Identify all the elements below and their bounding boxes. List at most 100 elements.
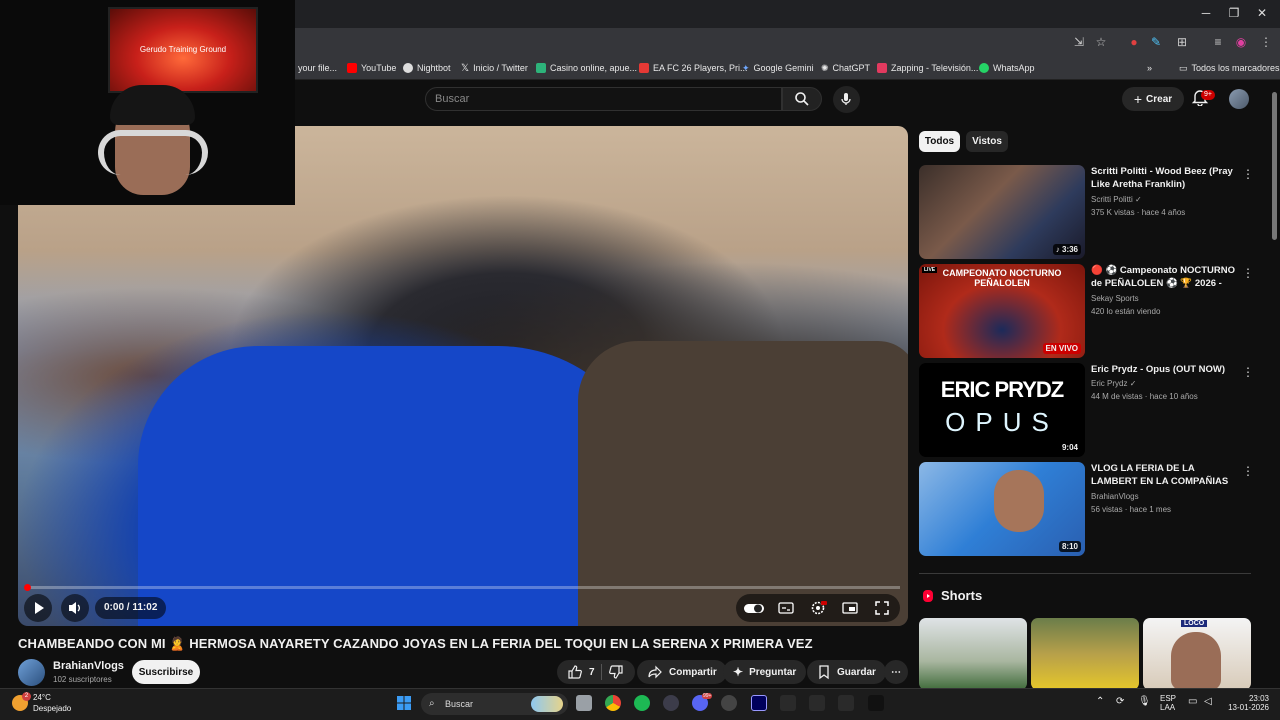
- create-button[interactable]: + Crear: [1122, 87, 1184, 111]
- ask-button[interactable]: ✦ Preguntar: [723, 660, 807, 684]
- dislike-icon[interactable]: [608, 664, 624, 680]
- recommendation-thumbnail[interactable]: ♪ 3:36: [919, 165, 1085, 259]
- bookmark-star-icon[interactable]: ☆: [1093, 34, 1109, 50]
- sync-icon[interactable]: ⟳: [1116, 696, 1124, 707]
- folder-icon: ▭: [1179, 62, 1188, 73]
- short-thumbnail[interactable]: LOCO: [1143, 618, 1251, 690]
- network-icon[interactable]: ▭: [1188, 696, 1197, 707]
- obs-icon[interactable]: [721, 695, 737, 711]
- app-icon[interactable]: [780, 695, 796, 711]
- progress-scrubber[interactable]: [24, 584, 31, 591]
- task-view-icon[interactable]: [576, 695, 592, 711]
- taskbar-search[interactable]: ⌕ Buscar: [421, 693, 568, 715]
- subscribe-button[interactable]: Suscribirse: [132, 660, 200, 684]
- volume-tray-icon[interactable]: ◁: [1204, 696, 1212, 707]
- bookmark-label: WhatsApp: [993, 63, 1035, 73]
- more-bookmarks-icon[interactable]: »: [1147, 60, 1152, 76]
- webcam-screen-text: Gerudo Training Ground: [139, 45, 227, 54]
- bookmark-label: ChatGPT: [832, 63, 871, 73]
- bookmark-eafc[interactable]: EA FC 26 Players, Pri...: [639, 60, 748, 76]
- scrollbar-thumb[interactable]: [1272, 92, 1277, 240]
- chrome-taskbar-icon[interactable]: [605, 695, 621, 711]
- chevron-up-icon[interactable]: ⌃: [1096, 696, 1104, 707]
- recommendation-thumbnail[interactable]: 8:10: [919, 462, 1085, 556]
- recommendation-channel[interactable]: Eric Prydz ✓: [1091, 379, 1136, 388]
- channel-avatar[interactable]: [18, 659, 45, 686]
- search-button[interactable]: [782, 87, 822, 111]
- recommendation-channel[interactable]: Sekay Sports: [1091, 294, 1139, 303]
- recommendation-channel[interactable]: BrahianVlogs: [1091, 492, 1139, 501]
- media-controls-icon[interactable]: ≡: [1210, 34, 1226, 50]
- autoplay-toggle-icon: [744, 604, 764, 613]
- chip-todos[interactable]: Todos: [919, 131, 960, 152]
- close-icon[interactable]: ✕: [1252, 6, 1272, 22]
- language-code: ESP: [1160, 694, 1177, 703]
- more-vert-icon[interactable]: ⋮: [1242, 167, 1254, 181]
- minimize-icon[interactable]: ─: [1196, 6, 1216, 22]
- subtitles-button[interactable]: [777, 599, 795, 617]
- more-vert-icon[interactable]: ⋮: [1242, 464, 1254, 478]
- recommendation-thumbnail[interactable]: ERIC PRYDZ OPUS 9:04: [919, 363, 1085, 457]
- extensions-puzzle-icon[interactable]: ⊞: [1174, 34, 1190, 50]
- bookmark-youtube[interactable]: YouTube: [347, 60, 396, 76]
- start-button[interactable]: [396, 695, 412, 711]
- app-icon[interactable]: [838, 695, 854, 711]
- share-button[interactable]: Compartir: [637, 660, 727, 684]
- recommendation-title[interactable]: Scritti Politti - Wood Beez (Pray Like A…: [1091, 165, 1236, 191]
- chip-vistos[interactable]: Vistos: [966, 131, 1008, 152]
- gemini-icon: ✦: [742, 62, 750, 73]
- extension-translate-icon[interactable]: ✎: [1148, 34, 1164, 50]
- bookmark-nightbot[interactable]: Nightbot: [403, 60, 451, 76]
- bookmark-twitter[interactable]: 𝕏 Inicio / Twitter: [461, 60, 528, 76]
- headphones-icon: [98, 130, 208, 175]
- chrome-menu-icon[interactable]: ⋮: [1258, 34, 1274, 50]
- play-button[interactable]: [24, 594, 52, 622]
- more-actions-button[interactable]: ⋯: [884, 660, 908, 684]
- windows-icon: [397, 696, 411, 710]
- miniplayer-button[interactable]: [841, 599, 859, 617]
- bookmark-zapping[interactable]: Zapping - Televisión...: [877, 60, 978, 76]
- recommendation-thumbnail[interactable]: LIVE CAMPEONATO NOCTURNO PEÑALOLEN EN VI…: [919, 264, 1085, 358]
- short-thumbnail[interactable]: [1031, 618, 1139, 690]
- save-button[interactable]: Guardar: [807, 660, 886, 684]
- language-indicator[interactable]: ESP LAA: [1160, 694, 1176, 712]
- bookmark-item[interactable]: your file...: [298, 60, 337, 76]
- recommendation-title[interactable]: 🔴 ⚽ Campeonato NOCTURNO de PEÑALOLEN ⚽ 🏆…: [1091, 264, 1236, 290]
- profile-icon[interactable]: ◉: [1233, 34, 1249, 50]
- all-bookmarks-folder[interactable]: ▭ Todos los marcadores: [1179, 60, 1280, 76]
- app-icon[interactable]: [663, 695, 679, 711]
- channel-name[interactable]: BrahianVlogs: [53, 660, 124, 672]
- volume-button[interactable]: [61, 594, 89, 622]
- bookmark-casino[interactable]: Casino online, apue...: [536, 60, 637, 76]
- voice-search-button[interactable]: [833, 86, 860, 113]
- settings-button[interactable]: [809, 599, 827, 617]
- bookmark-whatsapp[interactable]: WhatsApp: [979, 60, 1035, 76]
- casino-icon: [536, 63, 546, 73]
- install-app-icon[interactable]: ⇲: [1071, 34, 1087, 50]
- bookmark-gemini[interactable]: ✦ Google Gemini: [742, 60, 814, 76]
- recommendation-channel[interactable]: Scritti Politti ✓: [1091, 195, 1142, 204]
- clock[interactable]: 23:03 13-01-2026: [1225, 694, 1269, 712]
- recommendation-title[interactable]: Eric Prydz - Opus (OUT NOW): [1091, 363, 1236, 376]
- more-vert-icon[interactable]: ⋮: [1242, 365, 1254, 379]
- recommendation-meta: 44 M de vistas · hace 10 años: [1091, 392, 1198, 401]
- bookmark-label: Inicio / Twitter: [473, 63, 528, 73]
- premiere-icon[interactable]: [751, 695, 767, 711]
- extension-red-icon[interactable]: ●: [1126, 34, 1142, 50]
- account-avatar[interactable]: [1229, 89, 1249, 109]
- recommendation-title[interactable]: VLOG LA FERIA DE LA LAMBERT EN LA COMPAÑ…: [1091, 462, 1236, 488]
- like-icon[interactable]: [567, 664, 583, 680]
- video-progress-bar[interactable]: [26, 586, 900, 589]
- short-thumbnail[interactable]: [919, 618, 1027, 690]
- sparkle-icon: ✦: [733, 665, 744, 679]
- tiktok-icon[interactable]: [868, 695, 884, 711]
- spotify-icon[interactable]: [634, 695, 650, 711]
- app-icon[interactable]: [809, 695, 825, 711]
- fullscreen-button[interactable]: [873, 599, 891, 617]
- restore-icon[interactable]: ❐: [1224, 6, 1244, 22]
- search-input[interactable]: Buscar: [425, 87, 782, 111]
- mic-tray-icon[interactable]: 🎙: [1138, 696, 1151, 707]
- bookmark-chatgpt[interactable]: ✺ ChatGPT: [821, 60, 870, 76]
- autoplay-toggle[interactable]: [743, 599, 764, 617]
- more-vert-icon[interactable]: ⋮: [1242, 266, 1254, 280]
